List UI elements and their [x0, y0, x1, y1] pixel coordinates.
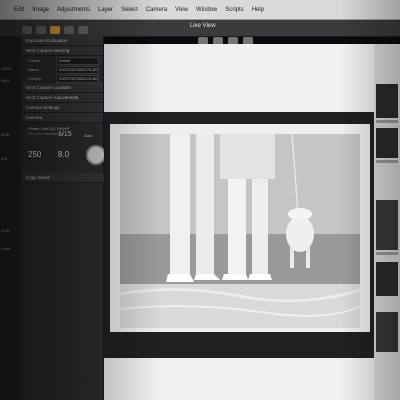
aperture-value[interactable]: 8.0: [58, 150, 69, 159]
menu-edit[interactable]: Edit: [14, 7, 24, 13]
left-strip-line: AWS: [1, 78, 10, 83]
menu-image[interactable]: Image: [32, 7, 49, 13]
capture-tool-panel: Exposure Evaluation Next Capture Naming …: [22, 36, 104, 400]
format-field[interactable]: Default: [56, 56, 99, 65]
menu-bar: Edit Image Adjustments Layer Select Came…: [0, 0, 400, 20]
menu-view[interactable]: View: [175, 7, 188, 13]
left-strip-line: WB: [1, 156, 8, 161]
section-camera[interactable]: Camera: [22, 113, 103, 123]
live-view-image[interactable]: [120, 134, 360, 328]
menu-layer[interactable]: Layer: [98, 7, 113, 13]
grid-icon[interactable]: [64, 26, 74, 34]
live-view-icon[interactable]: [50, 26, 60, 34]
sample-value: EB87876075650176-36C.IIQ: [56, 74, 99, 83]
name-label: Name: [28, 67, 39, 72]
left-strip-line: MAB: [1, 132, 10, 137]
menu-camera[interactable]: Camera: [146, 7, 167, 13]
thumbnail-caption: [376, 120, 398, 123]
format-row: Format Default: [22, 56, 103, 65]
menu-select[interactable]: Select: [121, 7, 138, 13]
menu-window[interactable]: Window: [196, 7, 217, 13]
left-tool-strip: 100% AWS MAB WB RGB Shad: [0, 36, 23, 400]
menu-adjustments[interactable]: Adjustments: [57, 7, 90, 13]
copy-stand-section: Copy Stand: [22, 173, 104, 183]
shutter-speed[interactable]: 1/15: [58, 131, 72, 138]
thumbnail-caption: [376, 252, 398, 255]
thumbnail-caption: [376, 160, 398, 163]
section-exposure-evaluation[interactable]: Exposure Evaluation: [22, 36, 103, 46]
camera-icon[interactable]: [36, 26, 46, 34]
exposure-controls: 1/15 Auto 250 8.0: [26, 130, 106, 170]
format-label: Format: [28, 58, 41, 63]
exposure-mode[interactable]: Auto: [84, 133, 92, 138]
left-strip-line: RGB: [1, 228, 10, 233]
section-next-capture-location[interactable]: Next Capture Location: [22, 83, 103, 93]
thumbnail[interactable]: [376, 128, 398, 158]
section-copy-stand[interactable]: Copy Stand: [22, 173, 104, 183]
name-row: Name EB87876075650176-36C: [22, 65, 103, 74]
sample-label: Sample: [28, 76, 42, 81]
menu-help[interactable]: Help: [252, 7, 264, 13]
window-title: Live View: [190, 23, 216, 29]
iso-value[interactable]: 250: [28, 150, 41, 159]
name-field[interactable]: EB87876075650176-36C: [56, 65, 99, 74]
menu-scripts[interactable]: Scripts: [225, 7, 243, 13]
section-next-capture-naming[interactable]: Next Capture Naming: [22, 46, 103, 56]
thumbnail[interactable]: [376, 200, 398, 250]
thumbnail[interactable]: [376, 312, 398, 352]
left-strip-line: 100%: [1, 66, 12, 71]
pause-icon[interactable]: [22, 26, 32, 34]
section-camera-settings[interactable]: Camera Settings: [22, 103, 103, 113]
left-strip-line: Shad: [1, 246, 11, 251]
section-next-capture-adjustments[interactable]: Next Capture Adjustments: [22, 93, 103, 103]
toolbar: [0, 26, 88, 36]
sample-row: Sample EB87876075650176-36C.IIQ: [22, 74, 103, 83]
thumbnail[interactable]: [376, 84, 398, 118]
compare-icon[interactable]: [78, 26, 88, 34]
thumbnail[interactable]: [376, 262, 398, 296]
capture-button[interactable]: [86, 145, 106, 165]
